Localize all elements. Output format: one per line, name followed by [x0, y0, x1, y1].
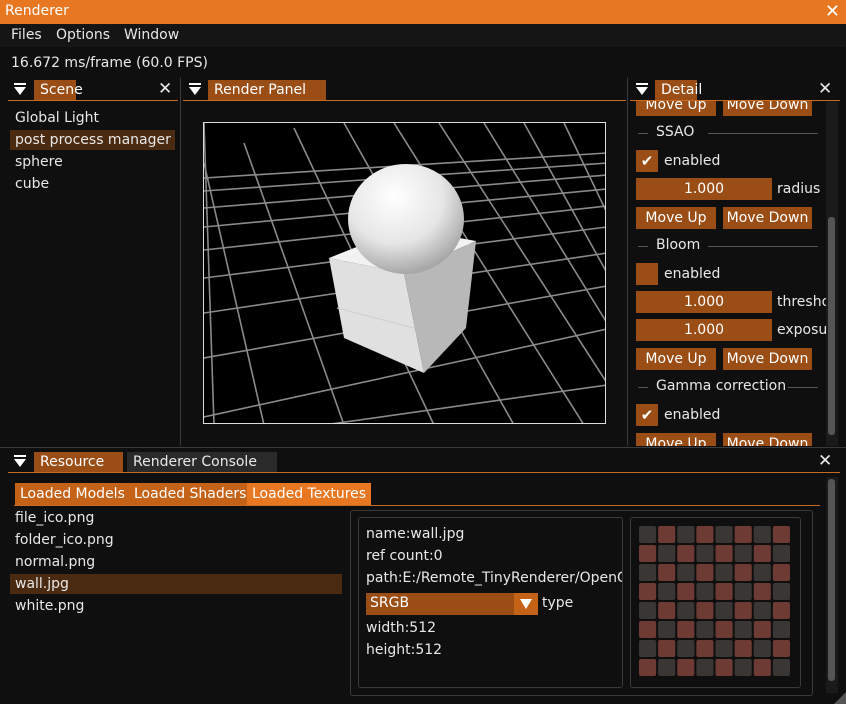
bloom-enabled-label: enabled — [664, 266, 721, 282]
scene-item[interactable]: cube — [10, 174, 175, 194]
resource-collapse-icon-bar — [14, 455, 26, 457]
chevron-down-icon[interactable] — [514, 593, 538, 615]
subtab-line — [14, 505, 820, 506]
tab-render-panel[interactable]: Render Panel — [208, 80, 326, 100]
fps-readout: 16.672 ms/frame (60.0 FPS) — [11, 55, 208, 71]
bloom-enabled-checkbox[interactable] — [636, 263, 658, 285]
texture-height: height:512 — [366, 642, 443, 658]
texture-item[interactable]: normal.png — [10, 552, 342, 572]
subtab-loaded-shaders[interactable]: Loaded Shaders — [129, 483, 252, 505]
section-title-bloom: Bloom — [652, 237, 705, 253]
window-close-icon[interactable]: ✕ — [825, 1, 840, 22]
texture-name: name:wall.jpg — [366, 526, 465, 542]
render-collapse-icon[interactable] — [189, 87, 201, 95]
scene-divider — [180, 78, 181, 446]
bottom-divider — [0, 447, 846, 448]
section-title-gamma: Gamma correction — [652, 378, 791, 394]
texture-format-value: SRGB — [370, 595, 410, 611]
detail-scrollbar[interactable] — [826, 101, 838, 446]
detail-collapse-icon[interactable] — [636, 87, 648, 95]
detail-divider — [627, 78, 628, 446]
scene-collapse-icon-bar — [14, 83, 26, 85]
tab-renderer-console[interactable]: Renderer Console — [127, 452, 277, 472]
render-viewport[interactable] — [203, 122, 606, 424]
detail-collapse-icon-bar — [636, 83, 648, 85]
bloom-threshold-label: threshold — [777, 294, 826, 310]
gamma-move-down-button[interactable]: Move Down — [723, 433, 812, 446]
subtab-loaded-textures[interactable]: Loaded Textures — [247, 483, 372, 505]
detail-close-icon[interactable]: ✕ — [818, 81, 832, 98]
window-title: Renderer — [5, 3, 69, 19]
texture-item[interactable]: wall.jpg — [10, 574, 342, 594]
move-down-button[interactable]: Move Down — [723, 101, 812, 116]
subtab-loaded-models[interactable]: Loaded Models — [15, 483, 130, 505]
bloom-move-up-button[interactable]: Move Up — [636, 348, 716, 370]
bloom-threshold-field[interactable]: 1.000 — [636, 291, 772, 313]
resize-grip-icon[interactable] — [834, 692, 846, 704]
section-title-ssao: SSAO — [652, 124, 699, 140]
bloom-move-down-button[interactable]: Move Down — [723, 348, 812, 370]
sphere — [348, 164, 464, 274]
texture-format-select[interactable]: SRGB — [366, 593, 538, 615]
resource-collapse-icon[interactable] — [14, 459, 26, 467]
texture-item[interactable]: white.png — [10, 596, 342, 616]
ssao-enabled-label: enabled — [664, 153, 721, 169]
ssao-move-down-button[interactable]: Move Down — [723, 207, 812, 229]
scene-item[interactable]: post process manager — [10, 130, 175, 150]
title-bar: Renderer ✕ — [0, 0, 846, 24]
resource-header-line — [8, 472, 840, 473]
render-scene — [204, 123, 605, 423]
menu-files[interactable]: Files — [11, 27, 42, 43]
texture-format-label: type — [542, 595, 574, 611]
ssao-radius-field[interactable]: 1.000 — [636, 178, 772, 200]
texture-item[interactable]: folder_ico.png — [10, 530, 342, 550]
texture-path: path:E:/Remote_TinyRenderer/OpenGLRender… — [366, 570, 622, 586]
move-up-button[interactable]: Move Up — [636, 101, 716, 116]
scene-item[interactable]: sphere — [10, 152, 175, 172]
texture-preview-image — [639, 526, 790, 676]
menu-options[interactable]: Options — [56, 27, 110, 43]
scene-close-icon[interactable]: ✕ — [158, 81, 172, 98]
resource-scrollbar[interactable] — [826, 477, 838, 693]
scene-item[interactable]: Global Light — [10, 108, 175, 128]
detail-content: Move Up Move Down SSAO ✔ enabled 1.000 r… — [630, 101, 826, 446]
texture-ref-count: ref count:0 — [366, 548, 443, 564]
render-collapse-icon-bar — [189, 83, 201, 85]
resource-close-icon[interactable]: ✕ — [818, 453, 832, 470]
bloom-exposure-field[interactable]: 1.000 — [636, 319, 772, 341]
texture-preview — [638, 525, 791, 677]
gamma-move-up-button[interactable]: Move Up — [636, 433, 716, 446]
texture-item[interactable]: file_ico.png — [10, 508, 342, 528]
scene-header-line — [8, 100, 178, 101]
menu-bar: Files Options Window — [0, 24, 846, 47]
ssao-enabled-checkbox[interactable]: ✔ — [636, 150, 658, 172]
bloom-exposure-label: exposure — [777, 322, 826, 338]
resource-scrollbar-thumb[interactable] — [828, 479, 835, 681]
gamma-enabled-checkbox[interactable]: ✔ — [636, 404, 658, 426]
ssao-move-up-button[interactable]: Move Up — [636, 207, 716, 229]
gamma-enabled-label: enabled — [664, 407, 721, 423]
tab-scene[interactable]: Scene — [34, 80, 83, 100]
render-header-line — [183, 100, 626, 101]
tab-detail[interactable]: Detail — [655, 80, 702, 100]
texture-width: width:512 — [366, 620, 437, 636]
tab-resource[interactable]: Resource — [34, 452, 123, 472]
detail-scrollbar-thumb[interactable] — [828, 217, 835, 435]
scene-collapse-icon[interactable] — [14, 87, 26, 95]
ssao-radius-label: radius — [777, 181, 821, 197]
menu-window[interactable]: Window — [124, 27, 179, 43]
